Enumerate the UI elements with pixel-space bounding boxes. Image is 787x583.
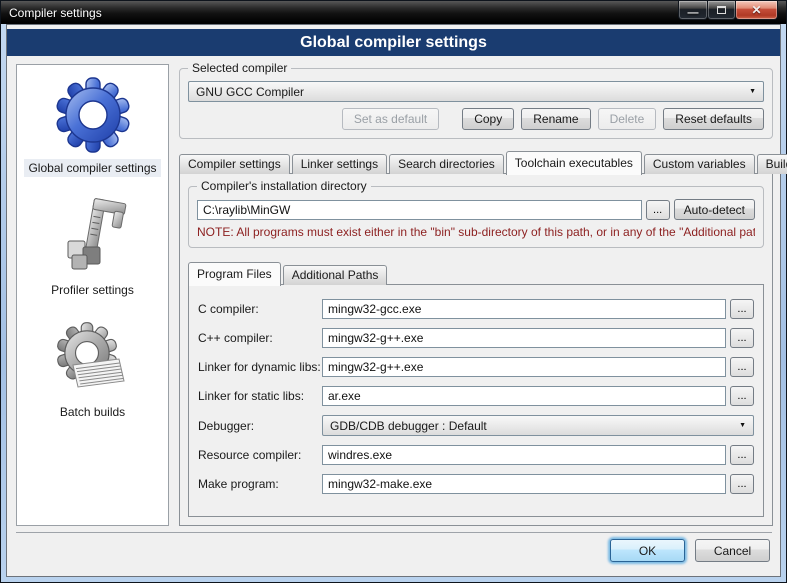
paths-subtabstrip: Program Files Additional Paths — [188, 262, 764, 285]
dialog-body: Global compiler settings — [7, 56, 780, 526]
minimize-icon: — — [688, 7, 699, 19]
field-label: Linker for static libs: — [198, 389, 322, 403]
c-compiler-browse-button[interactable]: ... — [730, 299, 754, 319]
titlebar[interactable]: Compiler settings — ✕ — [1, 1, 786, 24]
tab-build-options[interactable]: Build options — [757, 154, 787, 174]
install-dir-browse-button[interactable]: ... — [646, 200, 670, 220]
install-dir-group-label: Compiler's installation directory — [197, 179, 371, 193]
settings-tabstrip: Compiler settings Linker settings Search… — [179, 151, 773, 174]
auto-detect-button[interactable]: Auto-detect — [674, 199, 755, 220]
gray-gear-stack-icon — [53, 317, 133, 399]
field-row-debugger: Debugger: GDB/CDB debugger : Default ▼ — [198, 415, 754, 436]
sidebar-item-label: Profiler settings — [47, 281, 138, 299]
blue-gear-icon — [53, 73, 133, 155]
maximize-icon — [717, 6, 726, 14]
install-dir-input[interactable] — [197, 200, 642, 220]
field-label: Resource compiler: — [198, 448, 322, 462]
caption-buttons: — ✕ — [679, 1, 778, 20]
selected-compiler-group: Selected compiler GNU GCC Compiler ▼ Set… — [179, 68, 773, 139]
linker-static-browse-button[interactable]: ... — [730, 386, 754, 406]
c-compiler-input[interactable] — [322, 299, 726, 319]
cpp-compiler-input[interactable] — [322, 328, 726, 348]
field-label: C compiler: — [198, 302, 322, 316]
rename-button[interactable]: Rename — [521, 108, 590, 130]
cancel-button[interactable]: Cancel — [695, 539, 770, 562]
caliper-icon — [52, 195, 132, 277]
sidebar-item-label: Batch builds — [56, 403, 129, 421]
field-label: Make program: — [198, 477, 322, 491]
make-program-input[interactable] — [322, 474, 726, 494]
dialog-footer: OK Cancel — [16, 532, 772, 576]
debugger-select-value: GDB/CDB debugger : Default — [330, 419, 487, 433]
tab-search-directories[interactable]: Search directories — [389, 154, 504, 174]
tab-compiler-settings[interactable]: Compiler settings — [179, 154, 290, 174]
field-label: Debugger: — [198, 419, 322, 433]
field-label: C++ compiler: — [198, 331, 322, 345]
reset-defaults-button[interactable]: Reset defaults — [663, 108, 764, 130]
compiler-select[interactable]: GNU GCC Compiler ▼ — [188, 81, 764, 102]
resource-compiler-browse-button[interactable]: ... — [730, 445, 754, 465]
window-frame: Global compiler settings — [1, 24, 786, 582]
maximize-button[interactable] — [707, 1, 736, 20]
toolchain-executables-page: Compiler's installation directory ... Au… — [179, 173, 773, 526]
close-icon: ✕ — [751, 3, 761, 17]
tab-toolchain-executables[interactable]: Toolchain executables — [506, 151, 642, 175]
make-program-browse-button[interactable]: ... — [730, 474, 754, 494]
tab-linker-settings[interactable]: Linker settings — [292, 154, 387, 174]
linker-static-input[interactable] — [322, 386, 726, 406]
minimize-button[interactable]: — — [678, 1, 708, 20]
install-dir-group: Compiler's installation directory ... Au… — [188, 186, 764, 248]
sidebar-item-label: Global compiler settings — [24, 159, 160, 177]
field-row-linker-dynamic: Linker for dynamic libs: ... — [198, 357, 754, 377]
ok-button[interactable]: OK — [610, 539, 685, 562]
window-title: Compiler settings — [9, 6, 102, 20]
linker-dynamic-browse-button[interactable]: ... — [730, 357, 754, 377]
page-title: Global compiler settings — [7, 29, 780, 56]
debugger-select[interactable]: GDB/CDB debugger : Default ▼ — [322, 415, 754, 436]
compiler-settings-window: Compiler settings — ✕ Global compiler se… — [0, 0, 787, 583]
chevron-down-icon: ▼ — [749, 88, 756, 95]
compiler-actions: Set as default Copy Rename Delete Reset … — [188, 108, 764, 130]
tab-custom-variables[interactable]: Custom variables — [644, 154, 755, 174]
linker-dynamic-input[interactable] — [322, 357, 726, 377]
sidebar-item-profiler-settings[interactable]: Profiler settings — [47, 195, 138, 299]
delete-button[interactable]: Delete — [598, 108, 657, 130]
field-row-cpp-compiler: C++ compiler: ... — [198, 328, 754, 348]
sidebar-item-global-compiler-settings[interactable]: Global compiler settings — [24, 73, 160, 177]
dialog: Global compiler settings — [6, 24, 781, 577]
chevron-down-icon: ▼ — [739, 422, 746, 429]
field-row-make-program: Make program: ... — [198, 474, 754, 494]
main-panel: Selected compiler GNU GCC Compiler ▼ Set… — [179, 64, 773, 526]
sidebar-item-batch-builds[interactable]: Batch builds — [53, 317, 133, 421]
selected-compiler-group-label: Selected compiler — [188, 61, 291, 75]
field-row-linker-static: Linker for static libs: ... — [198, 386, 754, 406]
cpp-compiler-browse-button[interactable]: ... — [730, 328, 754, 348]
subtab-additional-paths[interactable]: Additional Paths — [283, 265, 388, 285]
field-label: Linker for dynamic libs: — [198, 360, 322, 374]
set-as-default-button[interactable]: Set as default — [342, 108, 439, 130]
close-button[interactable]: ✕ — [735, 1, 778, 20]
compiler-select-value: GNU GCC Compiler — [196, 85, 304, 99]
field-row-c-compiler: C compiler: ... — [198, 299, 754, 319]
copy-button[interactable]: Copy — [462, 108, 514, 130]
program-files-page: C compiler: ... C++ compiler: ... Linker — [188, 284, 764, 517]
settings-category-sidebar: Global compiler settings — [16, 64, 169, 526]
field-row-resource-compiler: Resource compiler: ... — [198, 445, 754, 465]
install-dir-note: NOTE: All programs must exist either in … — [197, 225, 755, 239]
subtab-program-files[interactable]: Program Files — [188, 262, 281, 286]
resource-compiler-input[interactable] — [322, 445, 726, 465]
